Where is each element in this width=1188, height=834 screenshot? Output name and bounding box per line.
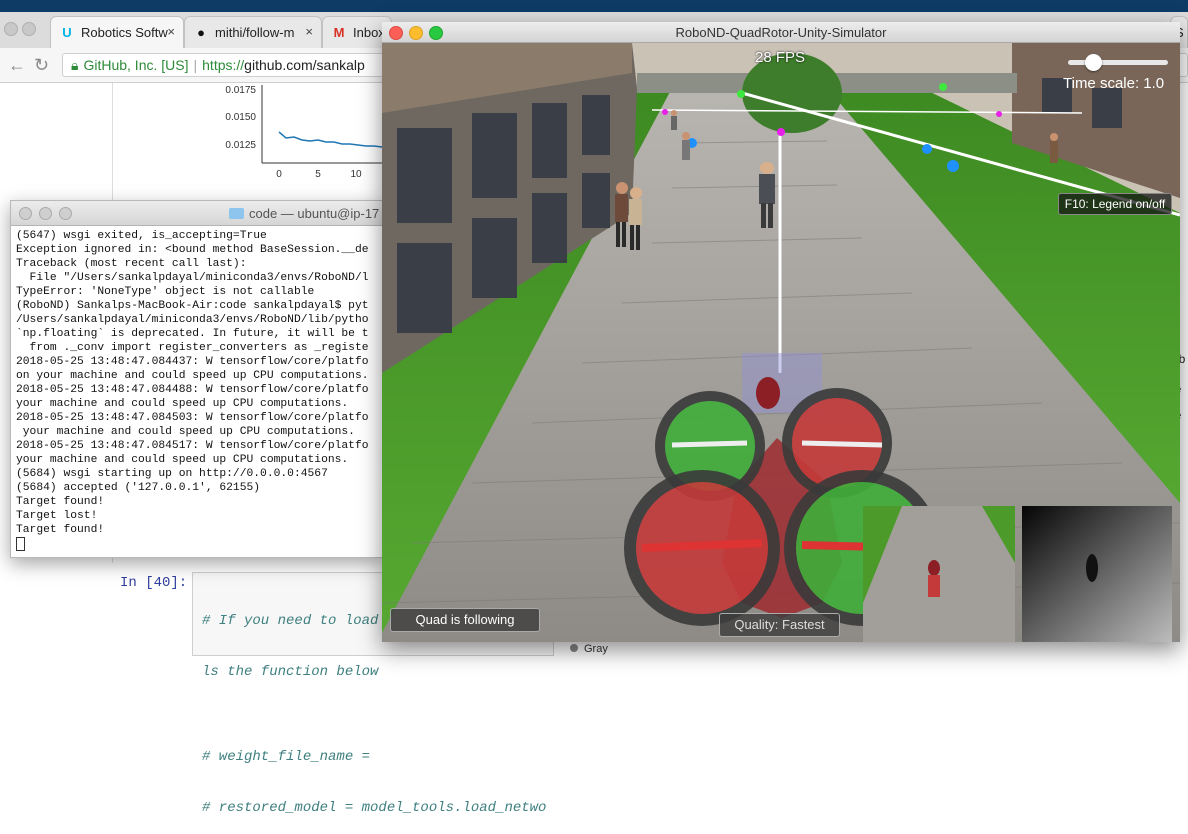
lock-icon: 🔒︎ <box>71 57 79 73</box>
radio-icon <box>570 644 578 652</box>
legend-toggle-hint: F10: Legend on/off <box>1058 193 1172 215</box>
cell-prompt: In [40]: <box>120 575 188 591</box>
tab-label: Robotics Softw <box>81 25 168 40</box>
terminal-titlebar[interactable]: code — ubuntu@ip-17 <box>11 201 383 226</box>
code-line: # weight_file_name = <box>202 749 371 765</box>
time-scale-label: Time scale: 1.0 <box>1063 75 1165 92</box>
terminal-line: /Users/sankalpdayal/miniconda3/envs/Robo… <box>16 314 369 326</box>
folder-icon <box>229 208 244 219</box>
terminal-line: 2018-05-25 13:48:47.084488: W tensorflow… <box>16 384 369 396</box>
gmail-icon: M <box>333 25 345 40</box>
spawn-marker <box>922 144 932 154</box>
gray-legend-label: Gray <box>570 643 608 655</box>
terminal-minimize-button[interactable] <box>39 207 52 220</box>
desktop-strip <box>0 0 1188 12</box>
tab-label: mithi/follow-m <box>215 25 295 40</box>
terminal-line: your machine and could speed up CPU comp… <box>16 426 355 438</box>
browser-minimize-button[interactable] <box>22 22 36 36</box>
code-line: # restored_model = model_tools.load_netw… <box>202 800 547 816</box>
tab-robotics-software[interactable]: U Robotics Softw × <box>50 16 184 48</box>
pedestrian <box>682 132 690 160</box>
y-tick-label: 0.0175 <box>225 85 256 96</box>
terminal-line: your machine and could speed up CPU comp… <box>16 454 349 466</box>
url-path: github.com/sankalp <box>244 57 365 73</box>
terminal-line: 2018-05-25 13:48:47.084437: W tensorflow… <box>16 356 369 368</box>
terminal-line: 2018-05-25 13:48:47.084503: W tensorflow… <box>16 412 369 424</box>
terminal-line: (5684) wsgi starting up on http://0.0.0.… <box>16 468 328 480</box>
depth-silhouette <box>1086 554 1098 582</box>
url-scheme: https:// <box>202 57 245 73</box>
x-tick-label: 0 <box>276 169 282 180</box>
waypoint-marker <box>662 109 668 115</box>
spawn-marker <box>947 160 959 172</box>
reload-icon[interactable]: ↻ <box>34 55 49 76</box>
terminal-line: Target found! <box>16 496 105 508</box>
time-scale-slider[interactable] <box>1068 60 1168 65</box>
quality-button[interactable]: Quality: Fastest <box>719 613 840 637</box>
terminal-line: your machine and could speed up CPU comp… <box>16 398 349 410</box>
tab-github-follow-me[interactable]: ● mithi/follow-m × <box>184 16 322 48</box>
loss-mini-chart: 0.0175 0.0150 0.0125 0 5 10 <box>225 85 390 180</box>
waypoint-marker <box>939 83 947 91</box>
simulator-window[interactable]: RoboND-QuadRotor-Unity-Simulator 28 FPS … <box>382 22 1180 642</box>
terminal-title: code — ubuntu@ip-17 <box>229 206 379 221</box>
fps-counter: 28 FPS <box>755 49 806 66</box>
code-line: ls the function below <box>202 664 379 680</box>
sim-3d-view[interactable] <box>382 43 1180 642</box>
site-security-label: GitHub, Inc. [US] <box>83 57 189 73</box>
pedestrian <box>671 110 677 130</box>
close-icon[interactable]: × <box>305 24 313 39</box>
terminal-line: 2018-05-25 13:48:47.084517: W tensorflow… <box>16 440 369 452</box>
terminal-line: `np.floating` is deprecated. In future, … <box>16 328 369 340</box>
y-tick-label: 0.0150 <box>225 112 256 123</box>
terminal-zoom-button[interactable] <box>59 207 72 220</box>
terminal-line: (5647) wsgi exited, is_accepting=True <box>16 230 267 242</box>
rgb-camera-feed <box>863 506 1015 642</box>
terminal-line: (RoboND) Sankalps-MacBook-Air:code sanka… <box>16 300 369 312</box>
waypoint-marker <box>996 111 1002 117</box>
terminal-line: Exception ignored in: <bound method Base… <box>16 244 369 256</box>
follow-status-button[interactable]: Quad is following <box>390 608 540 632</box>
terminal-line: (5684) accepted ('127.0.0.1', 62155) <box>16 482 261 494</box>
x-tick-label: 5 <box>315 169 321 180</box>
terminal-line: File "/Users/sankalpdayal/miniconda3/env… <box>16 272 369 284</box>
close-icon[interactable]: × <box>167 24 175 39</box>
browser-close-button[interactable] <box>4 22 18 36</box>
terminal-line: from ._conv import register_converters a… <box>16 342 369 354</box>
terminal-window[interactable]: code — ubuntu@ip-17 (5647) wsgi exited, … <box>10 200 384 558</box>
x-tick-label: 10 <box>350 169 362 180</box>
terminal-line: TypeError: 'NoneType' object is not call… <box>16 286 315 298</box>
waypoint-marker <box>737 90 745 98</box>
simulator-title: RoboND-QuadRotor-Unity-Simulator <box>675 25 887 40</box>
target-hero <box>756 377 780 409</box>
time-scale-slider-thumb[interactable] <box>1085 54 1102 71</box>
y-tick-label: 0.0125 <box>225 140 256 151</box>
terminal-line: Target found! <box>16 524 105 536</box>
terminal-line: on your machine and could speed up CPU c… <box>16 370 369 382</box>
terminal-output[interactable]: (5647) wsgi exited, is_accepting=True Exc… <box>11 226 383 557</box>
simulator-titlebar[interactable]: RoboND-QuadRotor-Unity-Simulator <box>382 22 1180 43</box>
url-separator: | <box>193 57 198 73</box>
pedestrian <box>1050 133 1058 163</box>
waypoint-marker <box>777 128 785 136</box>
tab-label: Inbox <box>353 25 385 40</box>
terminal-cursor <box>16 537 25 551</box>
udacity-icon: U <box>62 25 72 40</box>
github-icon: ● <box>197 25 205 40</box>
terminal-line: Traceback (most recent call last): <box>16 258 247 270</box>
code-cell: In [40]: <box>120 575 187 591</box>
terminal-close-button[interactable] <box>19 207 32 220</box>
loss-line <box>278 131 383 148</box>
window <box>1092 88 1122 128</box>
terminal-line: Target lost! <box>16 510 98 522</box>
back-arrow-icon[interactable]: ← <box>8 55 26 76</box>
